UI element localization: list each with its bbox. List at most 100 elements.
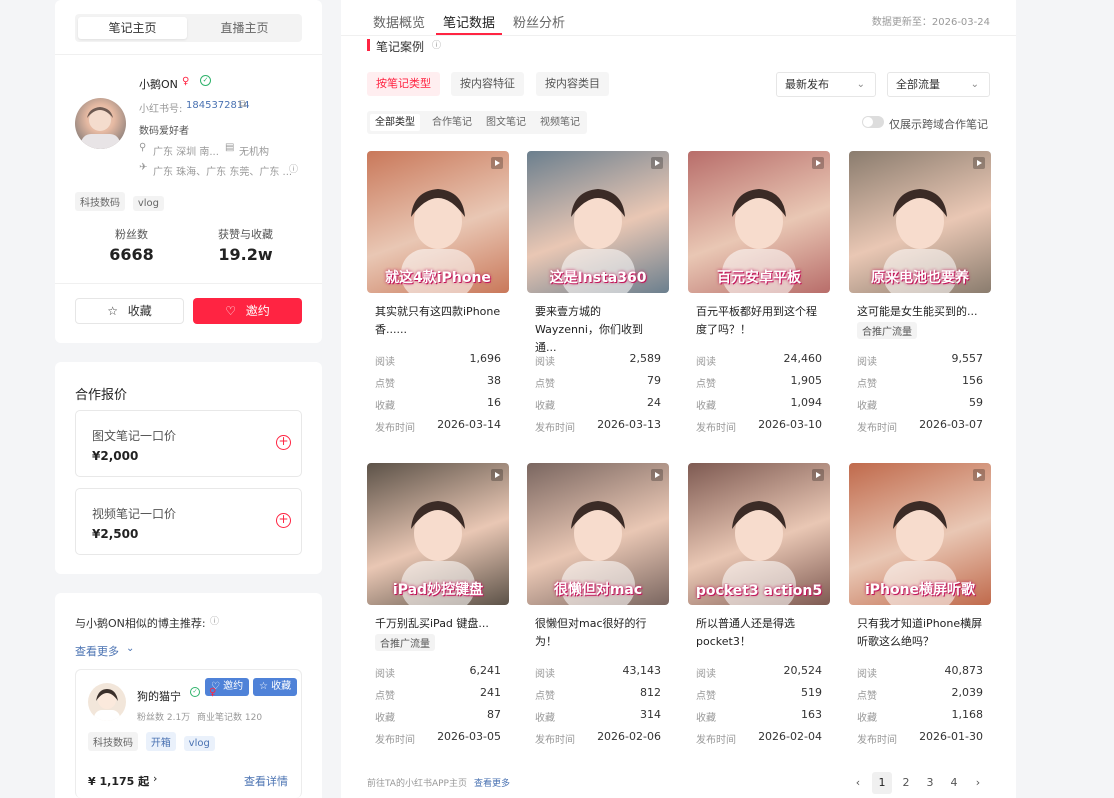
- page-2[interactable]: 2: [896, 772, 916, 794]
- traffic-dropdown[interactable]: 全部流量 ⌄: [887, 72, 990, 97]
- profile-tab-switch: 笔记主页 直播主页: [75, 14, 302, 42]
- publish-date: 2026-03-05: [437, 730, 501, 743]
- price-item-label: 视频笔记一口价: [92, 507, 177, 521]
- page-1[interactable]: 1: [872, 772, 892, 794]
- tab-note-data[interactable]: 笔记数据: [443, 12, 495, 31]
- stat-label: 阅读: [535, 357, 555, 368]
- note-title[interactable]: 百元平板都好用到这个程度了吗？！: [696, 303, 824, 339]
- read-count: 40,873: [944, 664, 984, 677]
- blogger-fav-button[interactable]: ☆ 收藏: [253, 678, 298, 696]
- note-card[interactable]: 百元安卓平板 百元平板都好用到这个程度了吗？！ 阅读 24,460 点赞 1,905 收藏 1…: [688, 151, 830, 451]
- info-icon[interactable]: ⓘ: [289, 162, 298, 175]
- stat-label: 发布时间: [857, 423, 897, 434]
- add-icon[interactable]: +: [276, 435, 291, 450]
- stat-label: 点赞: [535, 379, 555, 390]
- read-count: 24,460: [783, 352, 823, 365]
- info-icon[interactable]: ⓘ: [210, 614, 219, 627]
- cross-domain-toggle[interactable]: [862, 116, 884, 128]
- stat-label: 点赞: [857, 379, 877, 390]
- subtab-image-text[interactable]: 图文笔记: [481, 114, 531, 131]
- price-item[interactable]: 视频笔记一口价 ¥2,500 +: [75, 488, 302, 555]
- fav-count: 1,168: [951, 708, 984, 721]
- plane-icon: ✈: [139, 162, 148, 173]
- filter-note-type[interactable]: 按笔记类型: [367, 72, 440, 96]
- subtab-cooperation[interactable]: 合作笔记: [427, 114, 477, 131]
- note-title[interactable]: 千万别乱买iPad 键盘...: [375, 615, 503, 633]
- filter-content-category[interactable]: 按内容类目: [536, 72, 609, 96]
- note-card[interactable]: pocket3 action5 所以普通人还是得选pocket3！ 阅读 20,524…: [688, 463, 830, 763]
- page-4[interactable]: 4: [944, 772, 964, 794]
- fav-count: 16: [487, 396, 501, 409]
- active-tab-indicator: [436, 33, 502, 35]
- note-title[interactable]: 这可能是女生能买到的...: [857, 303, 985, 321]
- similar-title: 与小鹅ON相似的博主推荐:: [75, 617, 206, 630]
- prev-page-icon[interactable]: ‹: [848, 772, 868, 794]
- note-title[interactable]: 只有我才知道iPhone横屏听歌这么绝吗？: [857, 615, 985, 651]
- blogger-tags: 科技数码 开箱 vlog: [88, 732, 215, 751]
- gender-icon: ♀: [209, 687, 217, 698]
- chevron-down-icon: ⌄: [856, 79, 865, 90]
- note-card[interactable]: 就这4款iPhone 其实就只有这四款iPhone香...... 阅读 1,696 点赞…: [367, 151, 509, 451]
- stat-label: 发布时间: [696, 735, 736, 746]
- note-title[interactable]: 所以普通人还是得选pocket3！: [696, 615, 824, 651]
- next-page-icon[interactable]: ›: [968, 772, 988, 794]
- sort-dropdown[interactable]: 最新发布 ⌄: [776, 72, 876, 97]
- tab-live-home[interactable]: 直播主页: [190, 17, 299, 39]
- publish-date: 2026-02-06: [597, 730, 661, 743]
- chevron-down-icon: ⌄: [970, 79, 979, 90]
- info-icon[interactable]: ⓘ: [432, 38, 441, 51]
- page-3[interactable]: 3: [920, 772, 940, 794]
- avatar[interactable]: [75, 98, 126, 149]
- tab-note-home[interactable]: 笔记主页: [78, 17, 187, 39]
- subtab-video[interactable]: 视频笔记: [535, 114, 585, 131]
- note-title[interactable]: 很懒但对mac很好的行为！: [535, 615, 663, 651]
- note-thumbnail[interactable]: pocket3 action5: [688, 463, 830, 605]
- publish-date: 2026-03-07: [919, 418, 983, 431]
- footer-more-link[interactable]: 查看更多: [474, 776, 510, 789]
- invite-button[interactable]: ♡ 邀约: [193, 298, 302, 324]
- subtab-all[interactable]: 全部类型: [370, 114, 420, 131]
- note-card[interactable]: 原来电池也要养 这可能是女生能买到的... 合推广流量 阅读 9,557 点赞 156 收藏 5…: [849, 151, 991, 451]
- stat-label: 阅读: [857, 357, 877, 368]
- note-card[interactable]: 很懒但对mac 很懒但对mac很好的行为！ 阅读 43,143 点赞 812 收藏 314 发布…: [527, 463, 669, 763]
- blogger-name: 狗的猫宁: [137, 690, 181, 703]
- blogger-avatar[interactable]: [88, 683, 126, 721]
- add-icon[interactable]: +: [276, 513, 291, 528]
- chevron-down-icon[interactable]: ⌄: [126, 643, 134, 654]
- stat-label: 阅读: [696, 669, 716, 680]
- note-thumbnail[interactable]: 很懒但对mac: [527, 463, 669, 605]
- pricing-title: 合作报价: [75, 388, 128, 403]
- tab-overview[interactable]: 数据概览: [373, 12, 425, 31]
- note-card[interactable]: 这是Insta360 要来壹方城的Wayzenni，你们收到通... 阅读 2,589…: [527, 151, 669, 451]
- tab-fan-analysis[interactable]: 粉丝分析: [513, 12, 565, 31]
- blogger-notes: 商业笔记数 120: [197, 713, 263, 723]
- note-card[interactable]: iPad妙控键盘 千万别乱买iPad 键盘... 合推广流量 阅读 6,241 点赞 241…: [367, 463, 509, 763]
- price-item[interactable]: 图文笔记一口价 ¥2,000 +: [75, 410, 302, 477]
- note-title[interactable]: 要来壹方城的Wayzenni，你们收到通...: [535, 303, 663, 357]
- recommended-blogger[interactable]: ♡ 邀约 ☆ 收藏 狗的猫宁 ✓ ♀ 粉丝数 2.1万 商业笔记数 120 科技…: [75, 669, 302, 798]
- fav-count: 163: [801, 708, 822, 721]
- note-thumbnail[interactable]: 这是Insta360: [527, 151, 669, 293]
- profile-location: 广东 深圳 南...: [153, 147, 219, 158]
- note-title[interactable]: 其实就只有这四款iPhone香......: [375, 303, 503, 339]
- like-count: 38: [487, 374, 501, 387]
- thumbnail-caption: 原来电池也要养: [871, 270, 969, 286]
- note-thumbnail[interactable]: iPad妙控键盘: [367, 463, 509, 605]
- filter-content-feature[interactable]: 按内容特征: [451, 72, 524, 96]
- fav-count: 87: [487, 708, 501, 721]
- blogger-detail-link[interactable]: 查看详情: [244, 773, 288, 789]
- copy-icon[interactable]: ⧉: [239, 99, 246, 110]
- note-thumbnail[interactable]: 百元安卓平板: [688, 151, 830, 293]
- like-count: 1,905: [790, 374, 823, 387]
- see-more-link[interactable]: 查看更多: [75, 643, 119, 659]
- note-thumbnail[interactable]: iPhone横屏听歌: [849, 463, 991, 605]
- sort-dropdown-value: 最新发布: [785, 78, 829, 91]
- favorite-button[interactable]: ☆ 收藏: [75, 298, 184, 324]
- note-card[interactable]: iPhone横屏听歌 只有我才知道iPhone横屏听歌这么绝吗？ 阅读 40,873 点…: [849, 463, 991, 763]
- stat-label: 收藏: [696, 713, 716, 724]
- note-thumbnail[interactable]: 就这4款iPhone: [367, 151, 509, 293]
- like-count: 519: [801, 686, 822, 699]
- chevron-right-icon[interactable]: ›: [153, 772, 157, 785]
- invite-label: 邀约: [245, 304, 270, 318]
- note-thumbnail[interactable]: 原来电池也要养: [849, 151, 991, 293]
